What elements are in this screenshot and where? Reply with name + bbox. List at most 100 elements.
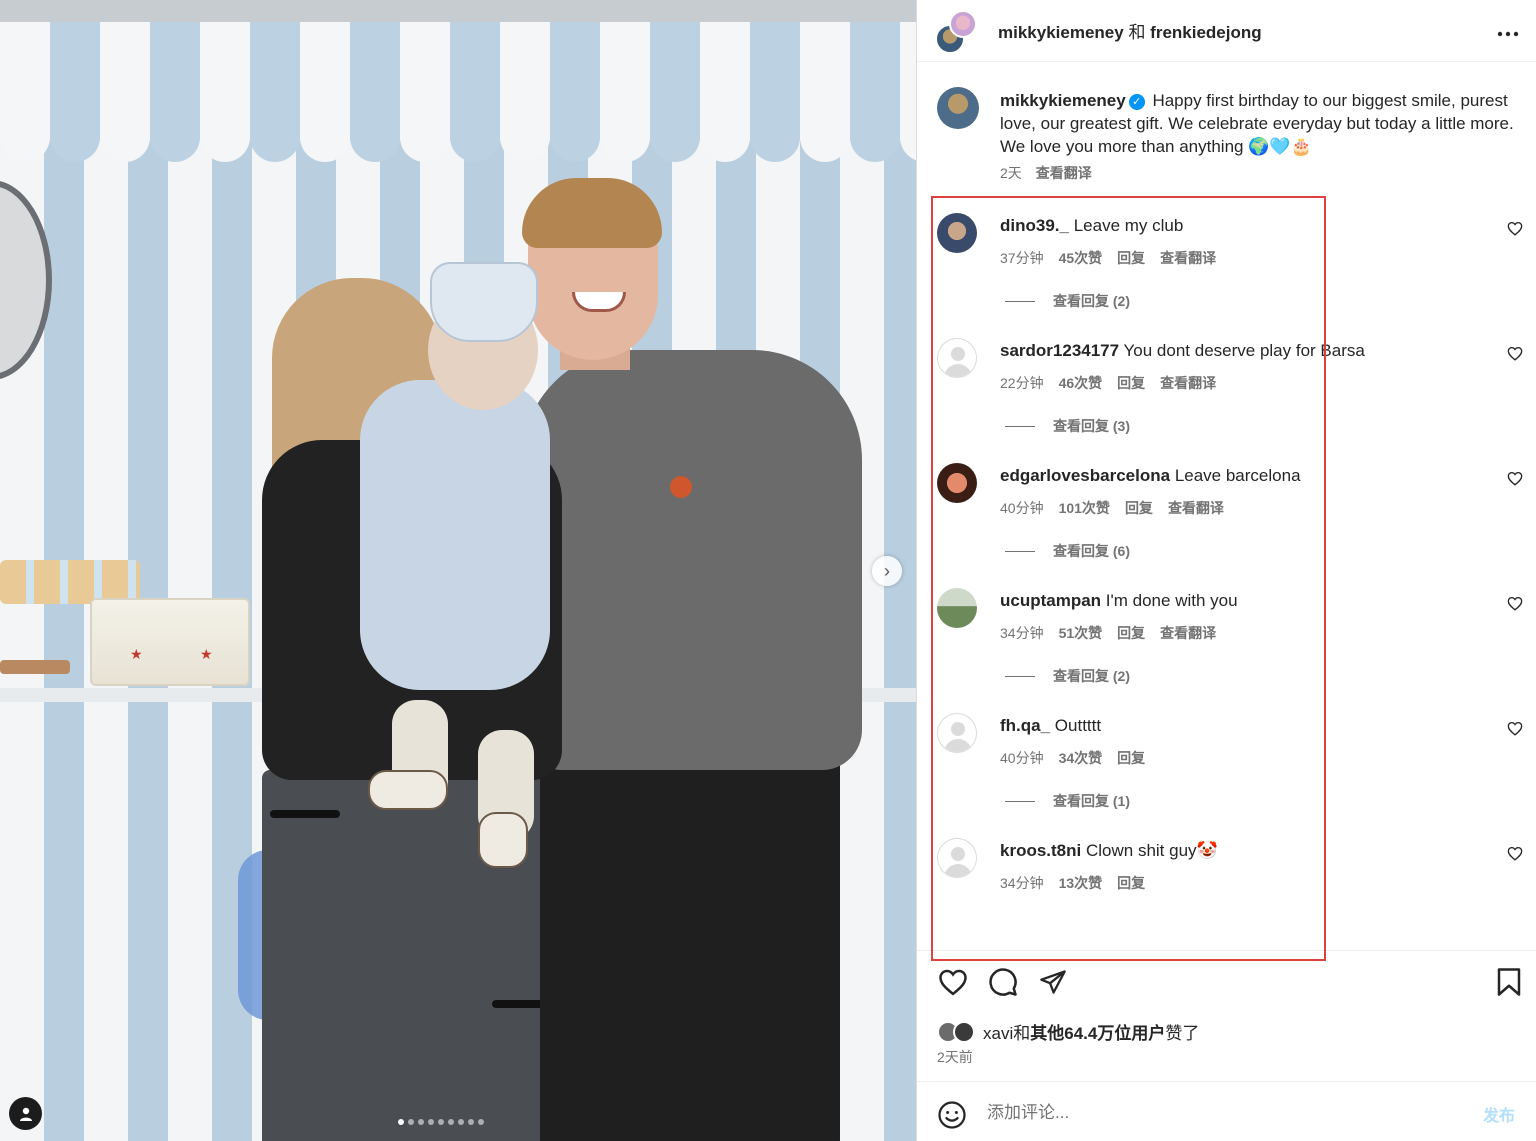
view-replies-button[interactable]: 查看回复 (6) [1005,541,1130,561]
comment-likes[interactable]: 13次赞 [1059,873,1103,893]
post-actions: xavi和其他64.4万位用户赞了 2天前 [917,950,1536,1080]
author-username[interactable]: frenkiedejong [1150,23,1261,42]
see-translation-link[interactable]: 查看翻译 [1168,498,1224,518]
comment-text: ucuptampan I'm done with you [1000,590,1460,612]
awning-scallop [300,112,350,162]
comment-likes[interactable]: 46次赞 [1059,373,1103,393]
comment-like-button[interactable] [1506,846,1524,864]
awning-scallop [550,112,600,162]
emoji-button[interactable] [937,1100,967,1130]
comment-age: 22分钟 [1000,375,1044,391]
likes-count[interactable]: 其他64.4万位用户 [1030,1024,1165,1043]
comment-age: 34分钟 [1000,875,1044,891]
comment-likes[interactable]: 101次赞 [1059,498,1110,518]
carousel-indicator [398,1119,484,1125]
awning-scallop [850,112,900,162]
awning-scallop [600,112,650,162]
avatar[interactable] [937,213,977,253]
carousel-dot [408,1119,414,1125]
awning-scallop [700,112,750,162]
save-button[interactable] [1493,967,1525,999]
avatar[interactable] [937,588,977,628]
comment-like-button[interactable] [1506,221,1524,239]
reply-button[interactable]: 回复 [1125,498,1153,518]
man-sweater [522,350,862,770]
reply-button[interactable]: 回复 [1117,248,1145,268]
heart-icon [939,969,967,995]
view-replies-label: 查看回复 (1) [1053,793,1130,809]
tagged-users-button[interactable] [9,1097,42,1130]
divider [1005,300,1035,302]
share-button[interactable] [1037,967,1069,999]
chevron-right-icon: › [884,560,890,581]
reply-button[interactable]: 回复 [1117,873,1145,893]
see-translation-link[interactable]: 查看翻译 [1036,163,1092,183]
awning-scallop [100,112,150,162]
like-button[interactable] [937,967,969,999]
avatar[interactable] [937,87,979,129]
view-replies-button[interactable]: 查看回复 (2) [1005,291,1130,311]
emoji-icon [938,1101,966,1129]
view-replies-button[interactable]: 查看回复 (3) [1005,416,1130,436]
post-authors: mikkykiemeney 和 frenkiedejong [998,18,1262,43]
heart-icon [1507,721,1523,736]
author-username[interactable]: mikkykiemeney [998,23,1124,42]
comment-meta: 22分钟 46次赞 回复 查看翻译 [1000,373,1216,393]
view-replies-button[interactable]: 查看回复 (1) [1005,791,1130,811]
view-replies-button[interactable]: 查看回复 (2) [1005,666,1130,686]
avatar[interactable] [937,838,977,878]
comment-like-button[interactable] [1506,471,1524,489]
post-header: mikkykiemeney 和 frenkiedejong [917,0,1536,62]
comment-username[interactable]: ucuptampan [1000,591,1101,610]
comment-username[interactable]: dino39._ [1000,216,1069,235]
see-translation-link[interactable]: 查看翻译 [1160,248,1216,268]
divider [1005,800,1035,802]
see-translation-link[interactable]: 查看翻译 [1160,623,1216,643]
comment-like-button[interactable] [1506,346,1524,364]
post-side-panel: mikkykiemeney 和 frenkiedejong mikkykieme… [916,0,1536,1141]
avatar[interactable] [949,10,977,38]
comment-likes[interactable]: 51次赞 [1059,623,1103,643]
comment-meta: 34分钟 51次赞 回复 查看翻译 [1000,623,1216,643]
comment-like-button[interactable] [1506,721,1524,739]
avatar[interactable] [937,338,977,378]
carousel-dot [478,1119,484,1125]
more-options-button[interactable] [1493,18,1523,44]
awning-scallop [350,112,400,162]
caption-username[interactable]: mikkykiemeney [1000,91,1126,110]
comment-item: dino39._ Leave my club 37分钟 45次赞 回复 查看翻译 查看回复… [917,213,1536,338]
avatar[interactable] [937,463,977,503]
comment-like-button[interactable] [1506,596,1524,614]
comments-list[interactable]: mikkykiemeney ✓ Happy first birthday to o… [917,63,1536,949]
reply-button[interactable]: 回复 [1117,373,1145,393]
awning-scallop [50,112,100,162]
see-translation-link[interactable]: 查看翻译 [1160,373,1216,393]
comment-username[interactable]: sardor1234177 [1000,341,1119,360]
comment-age: 34分钟 [1000,625,1044,641]
comment-username[interactable]: kroos.t8ni [1000,841,1081,860]
baby-crown [430,262,538,342]
comment-username[interactable]: fh.qa_ [1000,716,1050,735]
comment-button[interactable] [987,967,1019,999]
carousel-next-button[interactable]: › [872,556,902,586]
likes-summary[interactable]: xavi和其他64.4万位用户赞了 [937,1019,1199,1044]
awning-scallop [900,112,916,162]
awning-scallop [0,112,50,162]
comment-item: fh.qa_ Outtttt 40分钟 34次赞 回复 查看回复 (1) [917,713,1536,838]
plate [0,660,70,674]
verified-badge-icon: ✓ [1128,94,1145,110]
caption-text: mikkykiemeney ✓ Happy first birthday to o… [1000,89,1520,158]
reply-button[interactable]: 回复 [1117,748,1145,768]
comment-text: edgarlovesbarcelona Leave barcelona [1000,465,1460,487]
carousel-dot [458,1119,464,1125]
comment-username[interactable]: edgarlovesbarcelona [1000,466,1170,485]
view-replies-label: 查看回复 (6) [1053,543,1130,559]
reply-button[interactable]: 回复 [1117,623,1145,643]
awning-scallop [250,112,300,162]
comment-input[interactable] [987,1096,1437,1130]
avatar[interactable] [937,713,977,753]
collab-avatars[interactable] [935,10,979,54]
comment-likes[interactable]: 34次赞 [1059,748,1103,768]
post-comment-button[interactable]: 发布 [1483,1102,1515,1126]
comment-likes[interactable]: 45次赞 [1059,248,1103,268]
